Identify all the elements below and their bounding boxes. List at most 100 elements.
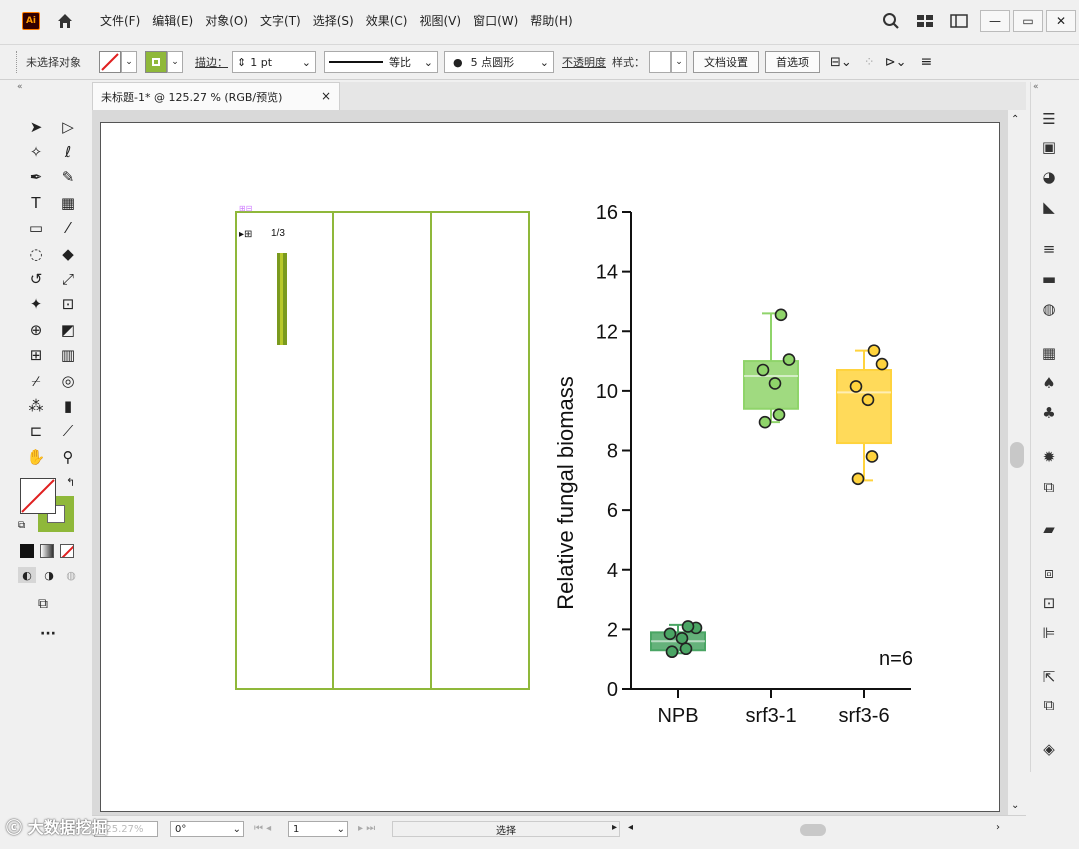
menu-view[interactable]: 视图(V) bbox=[413, 0, 467, 42]
stroke-stepper-icon[interactable]: ⇕ bbox=[237, 56, 246, 69]
placed-image-group[interactable]: ⊞⊟ ▸⊞ 1/3 bbox=[235, 204, 530, 690]
transparency-icon[interactable]: ◍ bbox=[1037, 298, 1061, 320]
variable-width-profile[interactable]: 等比 ⌄ bbox=[324, 51, 438, 73]
curvature-tool-icon[interactable]: ✎ bbox=[52, 165, 84, 190]
libraries-icon[interactable]: ▣ bbox=[1037, 136, 1061, 158]
align-panel-icon[interactable]: ⊫ bbox=[1037, 622, 1061, 644]
menu-edit[interactable]: 编辑(E) bbox=[146, 0, 199, 42]
fill-swatch[interactable] bbox=[99, 51, 121, 73]
brushes-icon[interactable]: ♠ bbox=[1037, 372, 1061, 394]
color-palette-icon[interactable]: ◕ bbox=[1037, 166, 1061, 188]
export-icon[interactable]: ⇱ bbox=[1037, 666, 1061, 688]
paintbrush-tool-icon[interactable]: ⁄ bbox=[52, 216, 84, 241]
properties-icon[interactable]: ☰ bbox=[1037, 108, 1061, 130]
stroke-panel-icon[interactable]: ≡ bbox=[1037, 238, 1061, 260]
menu-effect[interactable]: 效果(C) bbox=[360, 0, 414, 42]
preferences-button[interactable]: 首选项 bbox=[765, 51, 820, 73]
first-artboard-icon[interactable]: ⏮ ◂ bbox=[254, 823, 271, 834]
scroll-up-icon[interactable]: ⌃ bbox=[1011, 114, 1019, 125]
rectangle-tool-icon[interactable]: ▭ bbox=[20, 216, 52, 241]
artboard-chevron-icon[interactable]: ⌄ bbox=[337, 824, 345, 835]
draw-behind-icon[interactable]: ◑ bbox=[40, 567, 58, 583]
appearance-icon[interactable]: ✹ bbox=[1037, 446, 1061, 468]
rotate-tool-icon[interactable]: ↺ bbox=[20, 266, 52, 291]
status-next-icon[interactable]: ▸ bbox=[612, 822, 617, 833]
close-tab-icon[interactable]: × bbox=[321, 89, 331, 103]
direct-selection-tool-icon[interactable]: ▷ bbox=[52, 114, 84, 139]
rotate-chevron-icon[interactable]: ⌄ bbox=[233, 824, 241, 835]
style-chevron-icon[interactable]: ⌄ bbox=[671, 51, 687, 73]
stroke-dropdown-chevron-icon[interactable]: ⌄ bbox=[167, 51, 183, 73]
pen-tool-icon[interactable]: ✒ bbox=[20, 165, 52, 190]
swatches-icon[interactable]: ▦ bbox=[1037, 342, 1061, 364]
draw-inside-icon[interactable]: ◍ bbox=[62, 567, 80, 583]
column-graph-tool-icon[interactable]: ▮ bbox=[52, 393, 84, 418]
graphic-styles-icon[interactable]: ⧉ bbox=[1037, 476, 1061, 498]
puppet-warp-tool-icon[interactable]: ✦ bbox=[20, 292, 52, 317]
placed-panel-2[interactable] bbox=[332, 211, 432, 690]
stroke-label[interactable]: 描边： bbox=[195, 54, 228, 70]
table-tool-icon[interactable]: ▦ bbox=[52, 190, 84, 215]
graphic-style-swatch[interactable] bbox=[649, 51, 671, 73]
artboard-tool-icon[interactable]: ⊏ bbox=[20, 419, 52, 444]
document-setup-button[interactable]: 文档设置 bbox=[693, 51, 759, 73]
swap-colors-icon[interactable]: ↰ bbox=[66, 476, 75, 489]
menu-window[interactable]: 窗口(W) bbox=[467, 0, 524, 42]
isolate-icon[interactable]: ⊳⌄ bbox=[885, 55, 907, 70]
draw-normal-icon[interactable]: ◐ bbox=[18, 567, 36, 583]
profile-chevron-icon[interactable]: ⌄ bbox=[424, 56, 433, 69]
color-guide-icon[interactable]: ◣ bbox=[1037, 196, 1061, 218]
shaper-tool-icon[interactable]: ◌ bbox=[20, 241, 52, 266]
horizontal-scroll-thumb[interactable] bbox=[800, 824, 826, 836]
selection-tool-icon[interactable]: ➤ bbox=[20, 114, 52, 139]
minimize-button[interactable]: — bbox=[980, 10, 1010, 32]
pathfinder-icon[interactable]: ⊡ bbox=[1037, 592, 1061, 614]
menu-file[interactable]: 文件(F) bbox=[94, 0, 146, 42]
status-mode-field[interactable]: 选择 bbox=[392, 821, 620, 837]
none-mode-icon[interactable] bbox=[60, 544, 74, 558]
placed-panel-3[interactable] bbox=[430, 211, 530, 690]
layers-icon[interactable]: ◈ bbox=[1037, 738, 1061, 760]
workspace-icon[interactable] bbox=[912, 8, 938, 34]
menu-help[interactable]: 帮助(H) bbox=[524, 0, 578, 42]
magic-wand-tool-icon[interactable]: ✧ bbox=[20, 139, 52, 164]
stroke-weight-chevron-icon[interactable]: ⌄ bbox=[302, 56, 311, 69]
panel-menu-icon[interactable]: ≡ bbox=[921, 54, 933, 70]
fill-color-box[interactable] bbox=[20, 478, 56, 514]
zoom-tool-icon[interactable]: ⚲ bbox=[52, 444, 84, 469]
brush-definition[interactable]: ● 5 点圆形 ⌄ bbox=[444, 51, 554, 73]
fill-stroke-widget[interactable]: ↰ ⧉ bbox=[18, 476, 76, 534]
hscroll-left-icon[interactable]: ◂ bbox=[628, 822, 633, 833]
box-plot-chart[interactable]: 0 2 4 6 8 10 12 14 16 NPB srf3-1 srf3-6 Relative f… bbox=[553, 202, 913, 727]
artboard[interactable]: ⊞⊟ ▸⊞ 1/3 0 2 4 6 8 10 12 14 16 NPB srf3-1 srf3-6 … bbox=[100, 122, 1000, 812]
perspective-grid-tool-icon[interactable]: ◩ bbox=[52, 317, 84, 342]
scroll-down-icon[interactable]: ⌄ bbox=[1011, 800, 1019, 811]
maximize-button[interactable]: ▭ bbox=[1013, 10, 1043, 32]
symbols-icon[interactable]: ♣ bbox=[1037, 402, 1061, 424]
stroke-weight-input[interactable]: ⇕ 1 pt ⌄ bbox=[232, 51, 316, 73]
gradient-tool-icon[interactable]: ▥ bbox=[52, 343, 84, 368]
canvas-area[interactable]: ⊞⊟ ▸⊞ 1/3 0 2 4 6 8 10 12 14 16 NPB srf3-1 srf3-6 … bbox=[92, 110, 1008, 815]
default-colors-icon[interactable]: ⧉ bbox=[18, 520, 25, 531]
free-transform-tool-icon[interactable]: ⊡ bbox=[52, 292, 84, 317]
comments-icon[interactable]: ▰ bbox=[1037, 518, 1061, 540]
more-tools-icon[interactable]: ··· bbox=[40, 626, 56, 642]
lasso-tool-icon[interactable]: ℓ bbox=[52, 139, 84, 164]
artboard-number-field[interactable]: 1 ⌄ bbox=[288, 821, 348, 837]
rotate-view-field[interactable]: 0° ⌄ bbox=[170, 821, 244, 837]
control-bar-grip[interactable] bbox=[16, 51, 22, 73]
screen-mode-icon[interactable]: ⧉ bbox=[38, 596, 48, 612]
stroke-swatch[interactable] bbox=[145, 51, 167, 73]
brush-chevron-icon[interactable]: ⌄ bbox=[540, 56, 549, 69]
horizontal-scrollbar[interactable] bbox=[640, 824, 1008, 836]
scale-tool-icon[interactable]: ⤢ bbox=[52, 266, 84, 291]
menu-object[interactable]: 对象(O) bbox=[199, 0, 254, 42]
document-tab[interactable]: 未标题-1* @ 125.27 % (RGB/预览) × bbox=[92, 82, 340, 110]
type-tool-icon[interactable]: T bbox=[20, 190, 52, 215]
hscroll-right-icon[interactable]: › bbox=[996, 822, 1000, 833]
home-icon[interactable] bbox=[54, 10, 76, 32]
hand-tool-icon[interactable]: ✋ bbox=[20, 444, 52, 469]
blend-tool-icon[interactable]: ◎ bbox=[52, 368, 84, 393]
mesh-tool-icon[interactable]: ⊞ bbox=[20, 343, 52, 368]
arrange-documents-icon[interactable] bbox=[946, 8, 972, 34]
